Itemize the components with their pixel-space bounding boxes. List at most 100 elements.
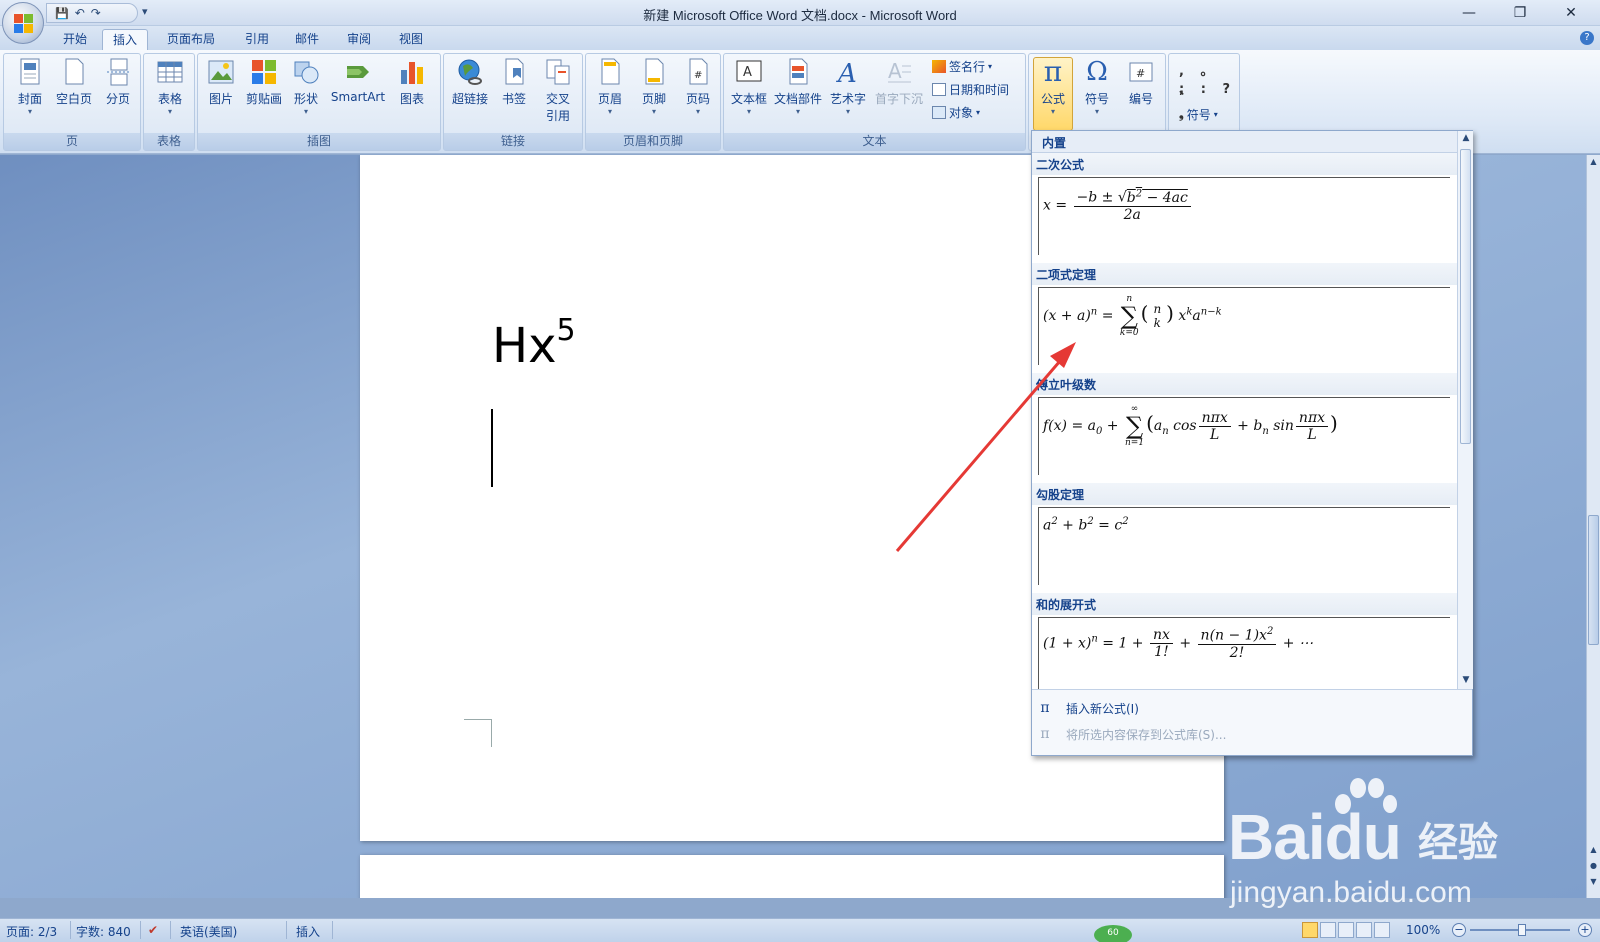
group-links: 超链接 书签 交叉 引用 链接: [443, 53, 583, 151]
group-illustrations-label: 插图: [198, 133, 440, 150]
clip-art-button[interactable]: 剪贴画: [242, 58, 286, 107]
restore-button[interactable]: ❐: [1497, 2, 1543, 24]
prev-page-icon[interactable]: ▲: [1587, 845, 1600, 859]
date-time-button[interactable]: 日期和时间: [932, 81, 1009, 98]
equation-item-binomial[interactable]: 二项式定理 (x + a)n = n ∑ k=0(n k) xkan−k: [1032, 263, 1457, 373]
window-title: 新建 Microsoft Office Word 文档.docx - Micro…: [643, 8, 957, 23]
separator: [170, 921, 171, 939]
header-button[interactable]: 页眉 ▾: [590, 58, 630, 117]
drop-cap-button[interactable]: A 首字下沉: [872, 58, 926, 107]
chevron-down-icon: ▾: [303, 107, 308, 116]
smartart-icon: [345, 58, 371, 86]
svg-text:#: #: [694, 70, 702, 81]
clip-art-icon: [251, 58, 277, 86]
text-box-button[interactable]: A 文本框 ▾: [728, 58, 770, 117]
tab-page-layout[interactable]: 页面布局: [158, 29, 224, 50]
bookmark-label: 书签: [501, 92, 526, 106]
punctuation-row-2[interactable]: ; : ?: [1179, 82, 1236, 97]
picture-button[interactable]: 图片: [202, 58, 240, 107]
quadratic-formula: x = −b ± √b2 − 4ac 2a: [1043, 188, 1193, 223]
tab-view[interactable]: 视图: [388, 29, 434, 50]
equation-title: 傅立叶级数: [1032, 373, 1457, 395]
baidu-jingyan-watermark: Baidu 经验 jingyan.baidu.com: [1228, 778, 1528, 910]
scroll-thumb[interactable]: [1588, 515, 1599, 645]
vertical-scrollbar[interactable]: ▲ ▲ ● ▼: [1586, 155, 1600, 898]
tab-review[interactable]: 审阅: [336, 29, 382, 50]
outline-view-icon[interactable]: [1356, 922, 1372, 938]
help-icon[interactable]: ?: [1580, 31, 1594, 45]
gallery-scrollbar[interactable]: ▲ ▼: [1457, 131, 1473, 689]
wordart-button[interactable]: A 艺术字 ▾: [826, 58, 870, 117]
hyperlink-button[interactable]: 超链接: [448, 58, 492, 107]
tab-insert[interactable]: 插入: [102, 29, 148, 50]
smartart-button[interactable]: SmartArt: [326, 58, 390, 104]
next-page-icon[interactable]: ▼: [1587, 877, 1600, 891]
close-button[interactable]: ✕: [1548, 2, 1594, 24]
cross-reference-label-1: 交叉: [545, 92, 570, 106]
proofing-icon[interactable]: ✔: [148, 923, 158, 937]
insert-mode-indicator[interactable]: 插入: [296, 923, 320, 940]
drop-cap-label: 首字下沉: [874, 92, 923, 106]
bookmark-button[interactable]: 书签: [494, 58, 534, 107]
save-to-gallery-item[interactable]: π 将所选内容保存到公式库(S)...: [1032, 722, 1472, 746]
tab-references[interactable]: 引用: [234, 29, 280, 50]
gallery-scroll-thumb[interactable]: [1460, 149, 1471, 444]
zoom-out-icon[interactable]: −: [1452, 923, 1466, 937]
cross-reference-button[interactable]: 交叉 引用: [536, 58, 580, 124]
footer-label: 页脚: [641, 92, 666, 106]
page-number-button[interactable]: # 页码 ▾: [678, 58, 718, 117]
page-count[interactable]: 页面: 2/3: [6, 923, 57, 940]
special-symbol-button[interactable]: ❟ 符号 ▾: [1179, 106, 1218, 123]
zoom-slider-thumb[interactable]: [1518, 924, 1526, 936]
draft-view-icon[interactable]: [1374, 922, 1390, 938]
group-header-footer-label: 页眉和页脚: [586, 133, 720, 150]
document-text[interactable]: Hx5: [492, 313, 576, 374]
print-layout-view-icon[interactable]: [1302, 922, 1318, 938]
chevron-down-icon: ▾: [1094, 107, 1099, 116]
comma-icon: ❟: [1179, 107, 1184, 121]
zoom-level[interactable]: 100%: [1406, 923, 1440, 937]
table-button[interactable]: 表格 ▾: [148, 58, 192, 117]
browse-object-icon[interactable]: ●: [1587, 861, 1600, 875]
signature-line-button[interactable]: 签名行 ▾: [932, 58, 992, 75]
equation-item-pythagorean[interactable]: 勾股定理 a2 + b2 = c2: [1032, 483, 1457, 593]
equation-item-quadratic[interactable]: 二次公式 x = −b ± √b2 − 4ac 2a: [1032, 153, 1457, 263]
number-button[interactable]: # 编号: [1121, 58, 1161, 107]
chart-button[interactable]: 图表: [392, 58, 432, 107]
equation-item-fourier[interactable]: 傅立叶级数 f(x) = a0 + ∞ ∑ n=1 (an cos nπx L + bn …: [1032, 373, 1457, 483]
svg-text:A: A: [743, 65, 752, 80]
equation-item-expansion[interactable]: 和的展开式 (1 + x)n = 1 + nx 1! + n(n − 1)x2 2!…: [1032, 593, 1457, 689]
word-count[interactable]: 字数: 840: [76, 923, 131, 940]
watermark-brand: Baidu: [1228, 800, 1402, 874]
cover-page-button[interactable]: 封面 ▾: [10, 58, 50, 117]
equation-list: 二次公式 x = −b ± √b2 − 4ac 2a 二项式定理 (x + a)n…: [1032, 153, 1457, 689]
blank-page-button[interactable]: 空白页: [52, 58, 96, 107]
scroll-up-icon[interactable]: ▲: [1587, 157, 1600, 171]
scroll-down-icon[interactable]: ▼: [1460, 675, 1472, 685]
page-break-button[interactable]: 分页: [98, 58, 138, 107]
quick-parts-button[interactable]: 文档部件 ▾: [772, 58, 824, 117]
zoom-in-icon[interactable]: +: [1578, 923, 1592, 937]
symbol-button[interactable]: Ω 符号 ▾: [1077, 58, 1117, 117]
equation-preview: x = −b ± √b2 − 4ac 2a: [1038, 177, 1450, 255]
save-equation-icon: π: [1040, 726, 1050, 742]
office-button[interactable]: [2, 2, 44, 44]
shapes-button[interactable]: 形状 ▾: [288, 58, 324, 117]
office-logo-icon: [14, 14, 34, 34]
document-page-next[interactable]: [360, 855, 1224, 898]
group-text-label: 文本: [724, 133, 1025, 150]
tab-home[interactable]: 开始: [52, 29, 98, 50]
gallery-footer: π 插入新公式(I) π 将所选内容保存到公式库(S)...: [1032, 689, 1472, 755]
minimize-button[interactable]: —: [1446, 2, 1492, 24]
scroll-up-icon[interactable]: ▲: [1460, 133, 1472, 143]
footer-button[interactable]: 页脚 ▾: [634, 58, 674, 117]
object-button[interactable]: 对象 ▾: [932, 104, 980, 121]
tab-mailings[interactable]: 邮件: [284, 29, 330, 50]
full-screen-reading-view-icon[interactable]: [1320, 922, 1336, 938]
chart-icon: [399, 58, 425, 86]
web-layout-view-icon[interactable]: [1338, 922, 1354, 938]
insert-new-equation-item[interactable]: π 插入新公式(I): [1032, 696, 1472, 720]
formula-button[interactable]: π 公式 ▾: [1033, 57, 1073, 131]
svg-text:#: #: [1136, 67, 1145, 80]
language-indicator[interactable]: 英语(美国): [180, 923, 237, 940]
